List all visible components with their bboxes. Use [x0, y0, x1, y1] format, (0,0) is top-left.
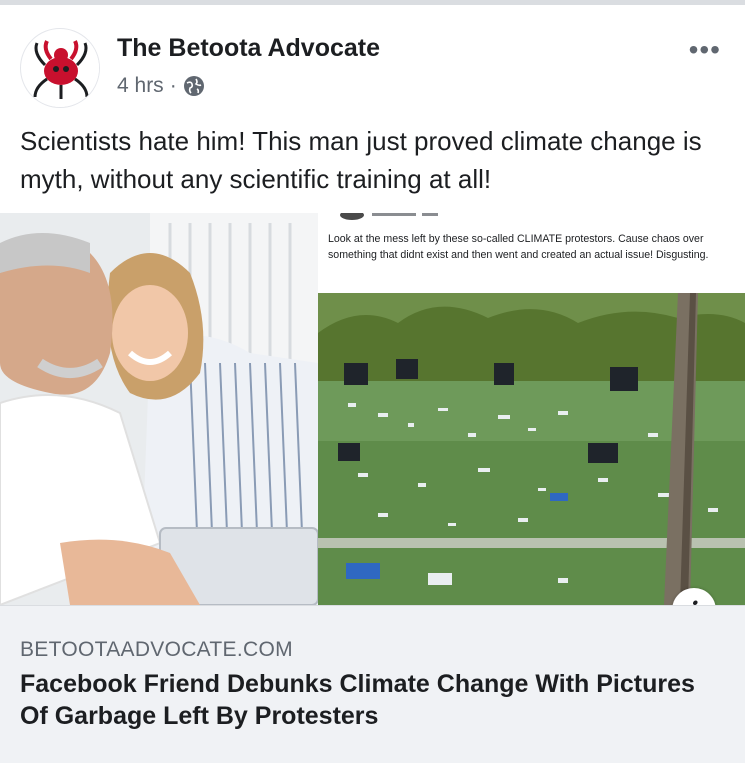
page-avatar[interactable]: [20, 28, 100, 108]
post-text: Scientists hate him! This man just prove…: [20, 126, 702, 194]
link-domain: BETOOTAADVOCATE.COM: [20, 638, 293, 661]
meta-separator: ·: [169, 74, 177, 97]
park-garbage-screenshot: Look at the mess left by these so-called…: [318, 213, 745, 605]
more-options-button[interactable]: •••: [689, 36, 721, 64]
top-divider: [0, 0, 745, 5]
betoota-logo-icon: [22, 30, 99, 107]
page-name[interactable]: The Betoota Advocate: [117, 34, 380, 63]
link-headline[interactable]: Facebook Friend Debunks Climate Change W…: [20, 668, 720, 732]
couple-photo: [0, 213, 319, 605]
post-meta: 4 hrs ·: [117, 74, 205, 98]
post-header: The Betoota Advocate 4 hrs · •••: [0, 22, 745, 108]
post-timestamp[interactable]: 4 hrs: [117, 74, 164, 98]
park-scene-icon: [318, 293, 745, 605]
cropped-header-icon: [340, 213, 438, 220]
link-preview-card[interactable]: BETOOTAADVOCATE.COM Facebook Friend Debu…: [0, 605, 745, 763]
embedded-post-caption: Look at the mess left by these so-called…: [328, 233, 709, 261]
globe-icon[interactable]: [183, 75, 205, 97]
link-preview-image[interactable]: Look at the mess left by these so-called…: [0, 213, 745, 605]
